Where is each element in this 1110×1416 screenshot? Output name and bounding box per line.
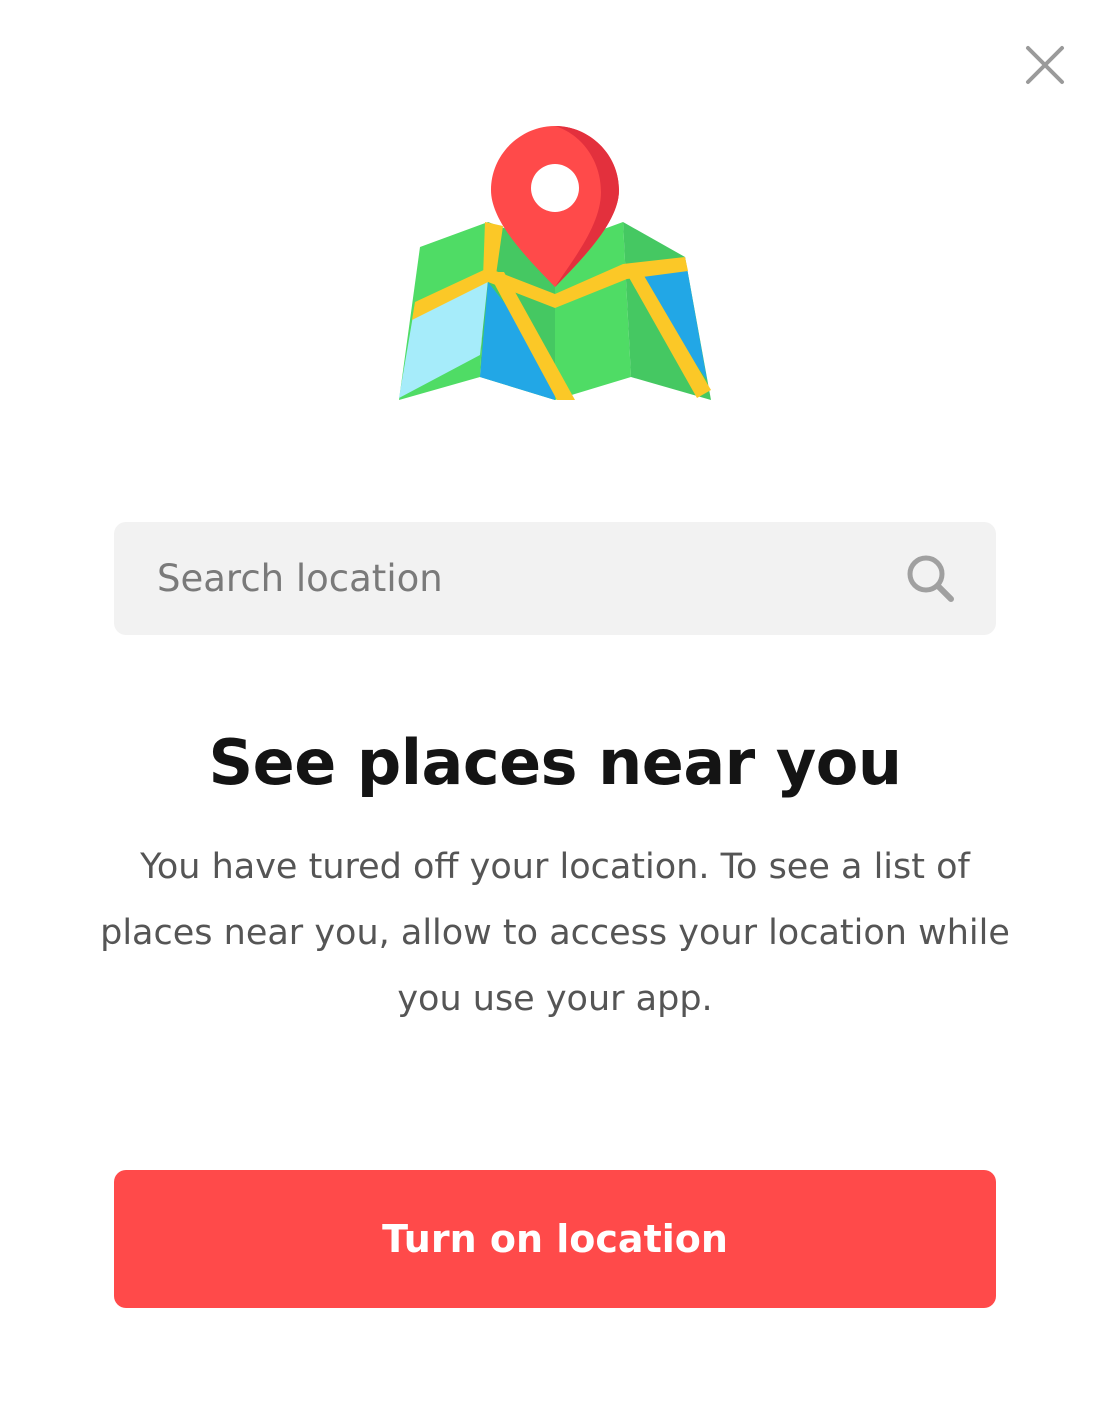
page-title: See places near you (208, 726, 902, 799)
search-icon[interactable] (904, 553, 960, 605)
folded-map-with-location-pin-icon (399, 126, 711, 400)
close-button[interactable] (1016, 36, 1074, 94)
search-bar (114, 522, 996, 635)
location-permission-description: You have tured off your location. To see… (100, 847, 1010, 1019)
turn-on-location-button[interactable]: Turn on location (114, 1170, 996, 1308)
search-input[interactable] (114, 522, 874, 635)
map-location-illustration (395, 122, 715, 404)
close-icon (1026, 46, 1064, 84)
